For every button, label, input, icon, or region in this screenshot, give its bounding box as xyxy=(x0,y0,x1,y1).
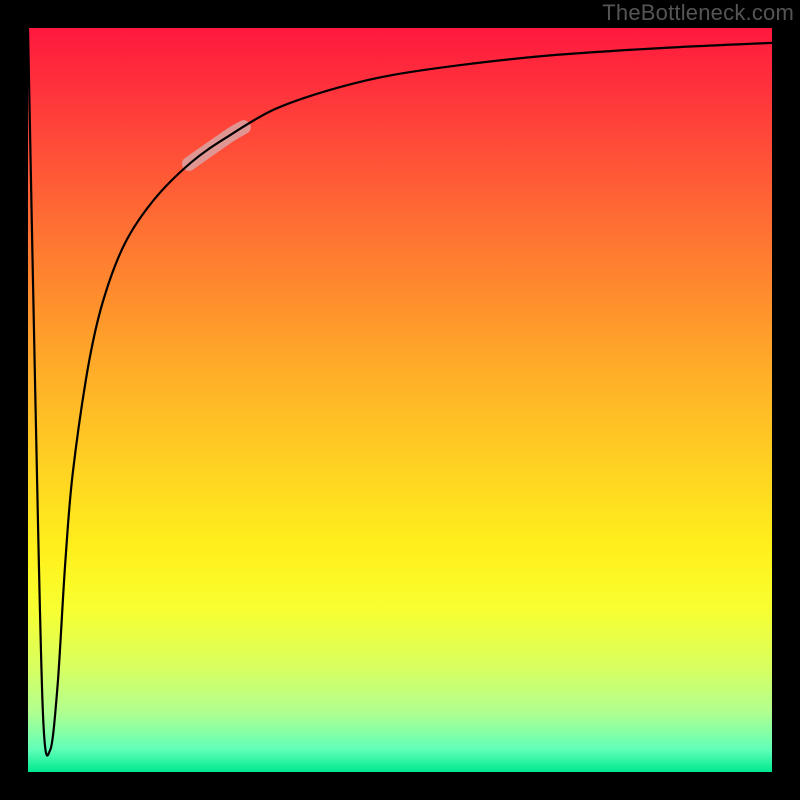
plot-area xyxy=(28,28,772,772)
attribution-text: TheBottleneck.com xyxy=(602,0,794,26)
curve-path xyxy=(28,28,772,756)
curve-layer xyxy=(28,28,772,772)
chart-frame: TheBottleneck.com xyxy=(0,0,800,800)
